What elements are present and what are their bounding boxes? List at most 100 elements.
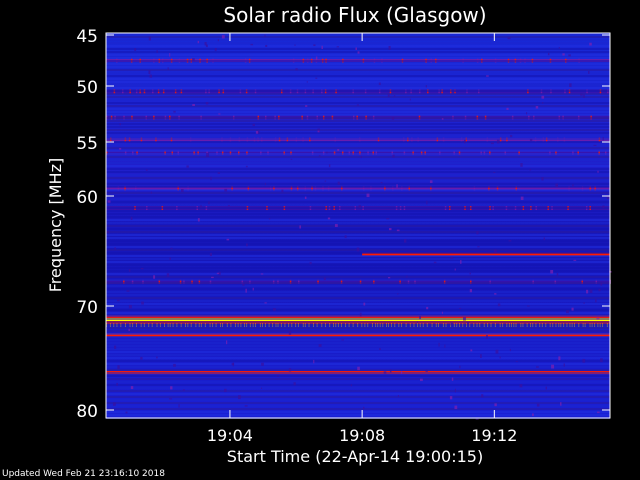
noise-speck [204,41,207,46]
noise-speck [386,218,390,220]
noise-speck [358,204,362,208]
noise-streak [106,273,610,275]
chart-title: Solar radio Flux (Glasgow) [223,3,486,27]
noise-streak [106,144,610,146]
noise-speck [128,269,131,272]
noise-speck [593,144,597,146]
noise-speck [392,154,395,158]
noise-speck [261,387,263,389]
noise-speck [389,228,392,231]
noise-speck [315,77,318,79]
y-tick-label: 60 [76,188,98,208]
noise-speck [290,158,293,160]
noise-speck [336,46,339,48]
noise-streak [106,141,610,143]
noise-speck [602,205,605,209]
noise-streak [106,345,610,347]
noise-speck [555,183,558,187]
noise-streak [106,336,610,338]
noise-speck [268,218,271,220]
noise-speck [571,307,574,311]
noise-speck [558,356,561,361]
noise-speck [476,231,479,235]
noise-streak [106,330,610,332]
noise-speck [383,371,387,374]
noise-streak [106,57,610,59]
noise-speck [134,48,137,51]
noise-streak [106,192,610,194]
noise-speck [313,359,315,364]
noise-speck [315,56,318,60]
noise-streak [106,306,610,308]
noise-streak [106,234,610,236]
noise-speck [356,104,359,106]
noise-speck [378,82,381,86]
noise-speck [276,375,280,377]
noise-streak [106,111,610,113]
noise-speck [496,139,500,144]
noise-streak [106,60,610,62]
noise-streak [106,231,610,233]
noise-speck [252,123,255,127]
noise-speck [527,305,530,307]
noise-speck [536,403,540,407]
noise-speck [178,404,180,408]
noise-speck [216,272,220,274]
noise-speck [317,130,320,133]
noise-speck [224,188,228,192]
noise-speck [551,364,555,369]
x-tick-label: 19:12 [471,426,517,445]
noise-streak [106,102,610,104]
noise-streak [106,156,610,158]
noise-speck [459,307,462,310]
y-tick-label: 55 [76,134,98,154]
noise-streak [106,72,610,74]
updated-timestamp: Updated Wed Feb 21 23:16:10 2018 [2,469,165,479]
noise-streak [106,297,610,299]
noise-streak [106,201,610,203]
noise-speck [321,45,323,50]
noise-streak [106,243,610,245]
noise-speck [507,37,511,40]
noise-speck [495,349,499,354]
noise-speck [403,239,407,243]
noise-speck [560,402,562,406]
noise-streak [106,261,610,263]
noise-speck [535,106,539,109]
noise-speck [396,229,400,232]
noise-speck [387,93,390,98]
noise-streak [106,186,610,188]
noise-speck [226,340,228,345]
noise-speck [288,331,292,335]
noise-streak [106,279,610,281]
noise-speck [477,246,480,248]
noise-speck [217,172,220,174]
noise-speck [265,44,268,47]
noise-speck [589,289,593,293]
noise-streak [106,42,610,44]
noise-speck [318,155,321,157]
noise-speck [140,267,144,270]
noise-speck [192,103,195,106]
noise-streak [106,402,610,404]
noise-speck [306,81,308,83]
noise-speck [305,105,308,107]
noise-speck [600,358,603,363]
noise-speck [148,36,151,41]
noise-speck [600,282,603,286]
noise-speck [107,200,111,203]
noise-speck [250,43,254,46]
noise-speck [182,389,185,391]
noise-streak [106,165,610,167]
noise-speck [454,388,456,393]
noise-speck [141,301,144,305]
noise-speck [573,259,577,261]
noise-speck [449,396,453,400]
noise-speck [520,196,524,200]
noise-speck [252,287,254,291]
spectrogram-chart: Solar radio Flux (Glasgow) 455055607080 … [46,3,612,466]
noise-speck [506,107,509,110]
noise-streak [106,93,610,95]
noise-speck [583,302,585,304]
noise-speck [541,95,545,99]
